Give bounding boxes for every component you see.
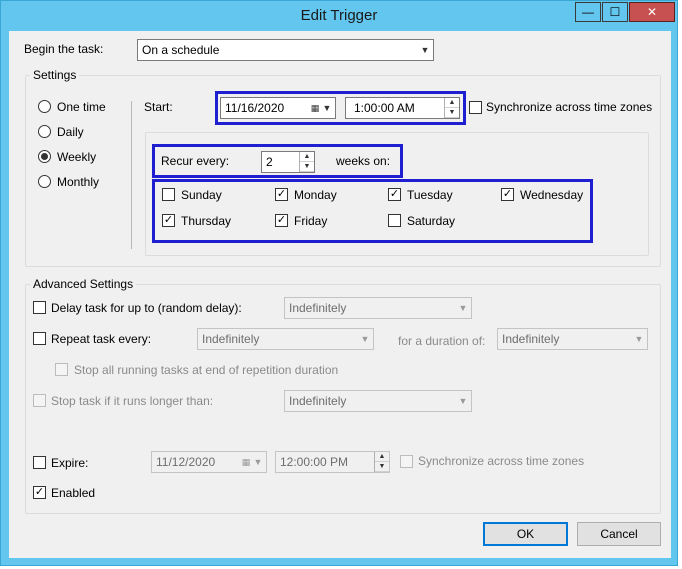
start-time-picker[interactable]: 1:00:00 AM ▲ ▼	[345, 97, 460, 119]
radio-monthly-label: Monthly	[57, 175, 100, 189]
checkbox-tuesday-label: Tuesday	[407, 188, 453, 202]
checkbox-saturday[interactable]	[388, 214, 401, 227]
radio-weekly-label: Weekly	[57, 150, 97, 164]
close-button[interactable]: ✕	[629, 2, 675, 22]
spin-down-icon[interactable]: ▼	[445, 108, 459, 118]
start-label: Start:	[144, 100, 173, 114]
start-date-picker[interactable]: 11/16/2020 ▦ ▼	[220, 97, 336, 119]
delay-task-dropdown[interactable]: Indefinitely ▼	[284, 297, 472, 319]
checkbox-wednesday[interactable]: ✓	[501, 188, 514, 201]
checkbox-sunday[interactable]	[162, 188, 175, 201]
begin-task-label: Begin the task:	[24, 42, 104, 56]
delay-task-checkbox[interactable]	[33, 301, 46, 314]
sync-timezones-label: Synchronize across time zones	[486, 100, 653, 114]
checkbox-tuesday[interactable]: ✓	[388, 188, 401, 201]
recur-weeks-spinner[interactable]: ▲ ▼	[299, 152, 314, 172]
start-time-value: 1:00:00 AM	[354, 101, 415, 115]
stop-task-longer-label: Stop task if it runs longer than:	[51, 394, 214, 408]
recur-weeks-input[interactable]: 2 ▲ ▼	[261, 151, 315, 173]
recur-weeks-value: 2	[266, 155, 273, 169]
chevron-down-icon: ▼	[360, 334, 370, 344]
chevron-down-icon: ▼	[458, 396, 468, 406]
stop-task-longer-checkbox[interactable]	[33, 394, 46, 407]
duration-label: for a duration of:	[398, 334, 486, 348]
expire-sync-checkbox[interactable]	[400, 455, 413, 468]
checkbox-sunday-label: Sunday	[181, 188, 222, 202]
minimize-button[interactable]: —	[575, 2, 601, 22]
checkbox-thursday-label: Thursday	[181, 214, 232, 228]
enabled-label: Enabled	[51, 486, 96, 500]
expire-sync-label: Synchronize across time zones	[418, 454, 585, 468]
spin-down-icon[interactable]: ▼	[375, 462, 389, 472]
chevron-down-icon: ▼	[634, 334, 644, 344]
sync-timezones-checkbox[interactable]	[469, 101, 482, 114]
ok-button[interactable]: OK	[483, 522, 568, 546]
stop-task-longer-value: Indefinitely	[289, 394, 347, 408]
chevron-down-icon: ▼	[420, 45, 430, 55]
start-time-spinner[interactable]: ▲ ▼	[444, 98, 459, 118]
checkbox-thursday[interactable]: ✓	[162, 214, 175, 227]
checkbox-monday[interactable]: ✓	[275, 188, 288, 201]
maximize-button[interactable]: ☐	[602, 2, 628, 22]
spin-up-icon[interactable]: ▲	[375, 452, 389, 462]
repeat-task-label: Repeat task every:	[51, 332, 152, 346]
begin-task-dropdown[interactable]: On a schedule ▼	[137, 39, 434, 61]
radio-one-time[interactable]	[38, 100, 51, 113]
spin-up-icon[interactable]: ▲	[445, 98, 459, 108]
checkbox-friday-label: Friday	[294, 214, 328, 228]
repeat-task-dropdown[interactable]: Indefinitely ▼	[197, 328, 374, 350]
checkbox-monday-label: Monday	[294, 188, 337, 202]
spin-up-icon[interactable]: ▲	[300, 152, 314, 162]
enabled-checkbox[interactable]: ✓	[33, 486, 46, 499]
radio-daily-label: Daily	[57, 125, 84, 139]
expire-date-picker[interactable]: 11/12/2020 ▦ ▼	[151, 451, 267, 473]
settings-divider	[131, 101, 132, 249]
expire-label: Expire:	[51, 456, 89, 470]
edit-trigger-window: Edit Trigger — ☐ ✕ Begin the task: On a …	[0, 0, 678, 566]
cancel-button[interactable]: Cancel	[577, 522, 661, 546]
chevron-down-icon: ▼	[322, 103, 332, 113]
spin-down-icon[interactable]: ▼	[300, 162, 314, 172]
radio-monthly[interactable]	[38, 175, 51, 188]
expire-time-spinner[interactable]: ▲ ▼	[374, 452, 389, 472]
recur-every-label: Recur every:	[161, 154, 230, 168]
delay-task-label: Delay task for up to (random delay):	[51, 301, 242, 315]
expire-date-value: 11/12/2020	[156, 455, 216, 469]
begin-task-value: On a schedule	[142, 43, 220, 57]
expire-checkbox[interactable]	[33, 456, 46, 469]
checkbox-wednesday-label: Wednesday	[520, 188, 584, 202]
settings-group-label: Settings	[30, 68, 80, 82]
expire-time-picker[interactable]: 12:00:00 PM ▲ ▼	[275, 451, 390, 473]
stop-running-tasks-checkbox[interactable]	[55, 363, 68, 376]
advanced-settings-label: Advanced Settings	[30, 277, 137, 291]
expire-time-value: 12:00:00 PM	[280, 455, 349, 469]
radio-daily[interactable]	[38, 125, 51, 138]
weeks-on-label: weeks on:	[336, 154, 391, 168]
stop-running-tasks-label: Stop all running tasks at end of repetit…	[74, 363, 339, 377]
radio-weekly[interactable]	[38, 150, 51, 163]
start-date-value: 11/16/2020	[225, 101, 285, 115]
checkbox-friday[interactable]: ✓	[275, 214, 288, 227]
radio-one-time-label: One time	[57, 100, 106, 114]
repeat-task-checkbox[interactable]	[33, 332, 46, 345]
duration-value: Indefinitely	[502, 332, 560, 346]
repeat-task-value: Indefinitely	[202, 332, 260, 346]
delay-task-value: Indefinitely	[289, 301, 347, 315]
checkbox-saturday-label: Saturday	[407, 214, 456, 228]
chevron-down-icon: ▼	[253, 457, 263, 467]
chevron-down-icon: ▼	[458, 303, 468, 313]
duration-dropdown[interactable]: Indefinitely ▼	[497, 328, 648, 350]
dialog-client-area: Begin the task: On a schedule ▼ Settings…	[9, 31, 671, 558]
stop-task-longer-dropdown[interactable]: Indefinitely ▼	[284, 390, 472, 412]
